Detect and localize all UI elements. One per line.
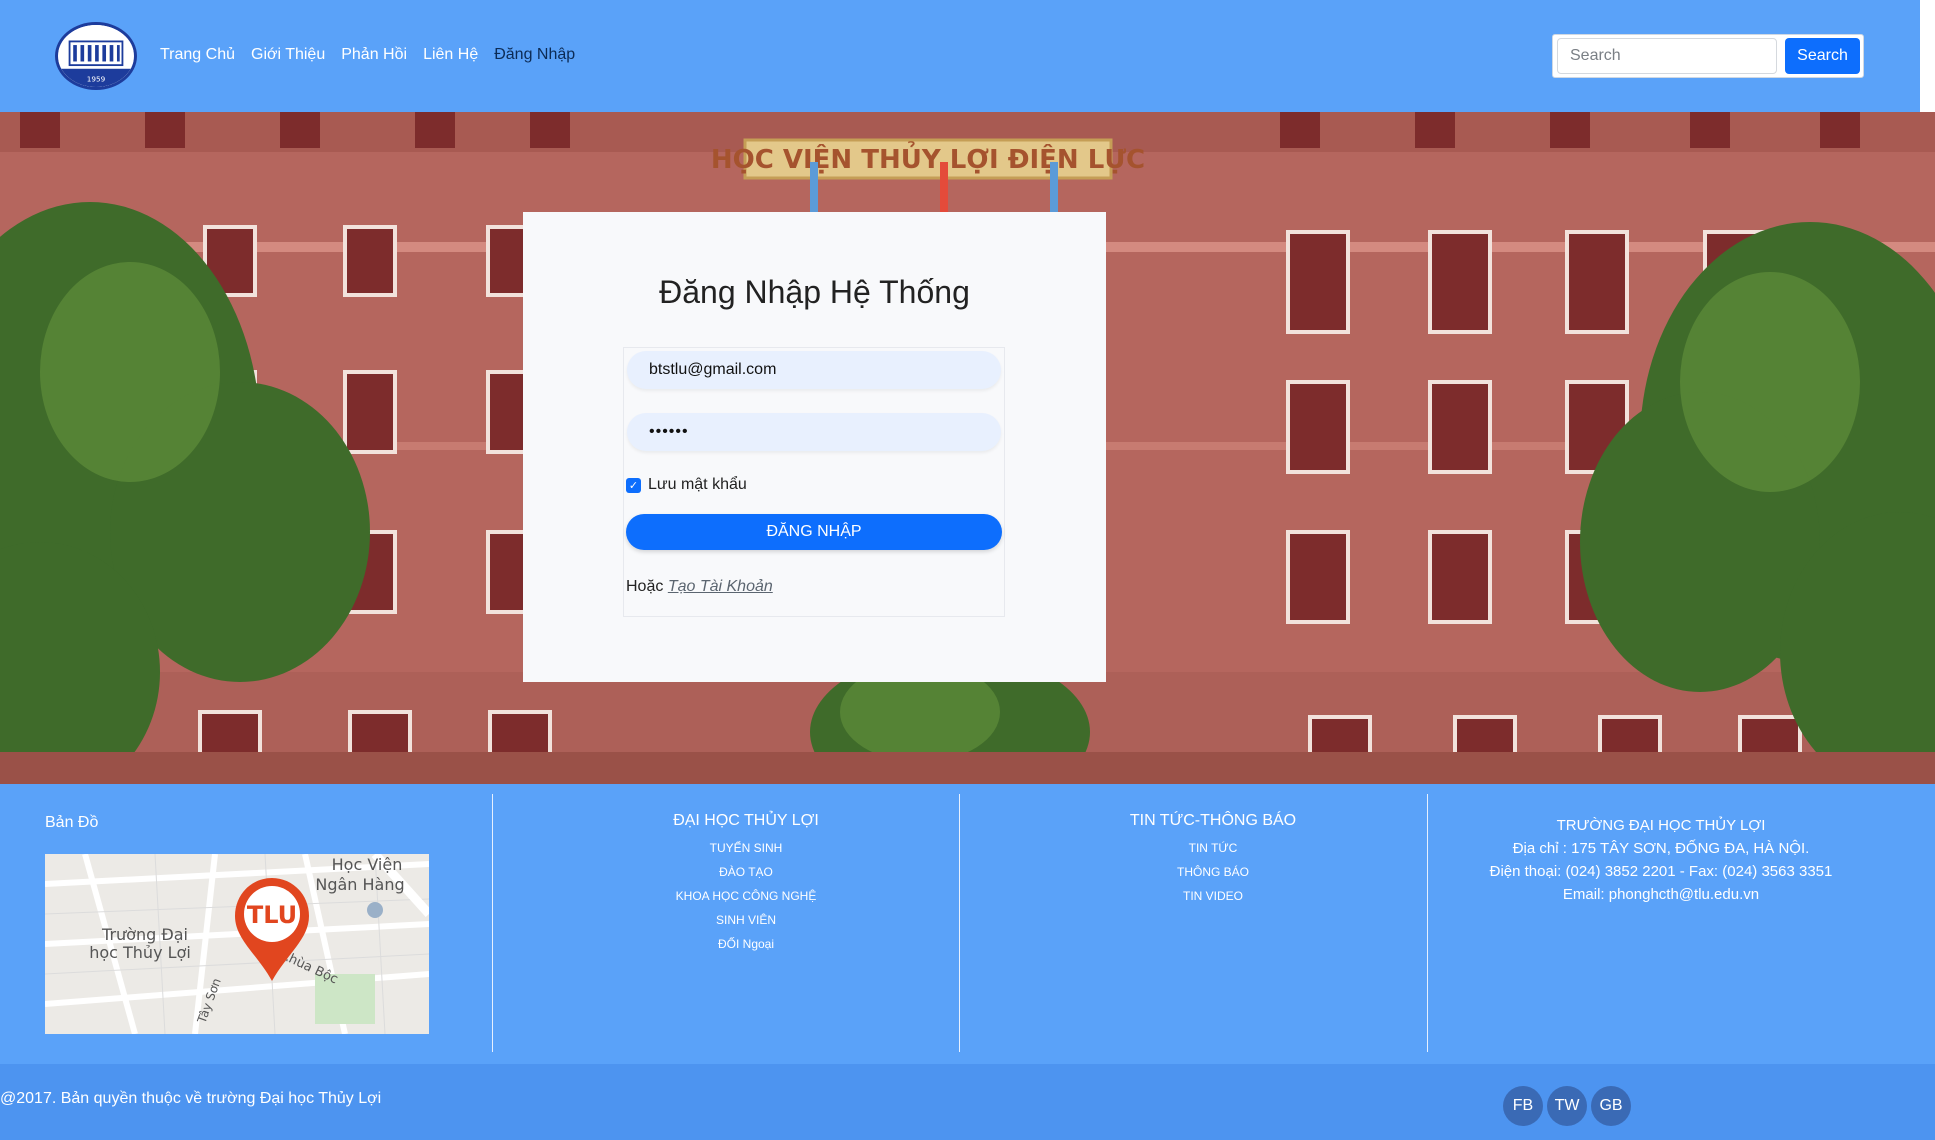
login-submit-button[interactable]: ĐĂNG NHẬP — [626, 514, 1002, 550]
register-prefix: Hoặc — [626, 578, 664, 595]
nav-feedback[interactable]: Phản Hồi — [341, 44, 407, 66]
email-field[interactable] — [627, 351, 1001, 389]
search-button[interactable]: Search — [1785, 38, 1860, 74]
nav-login[interactable]: Đăng Nhập — [494, 44, 575, 66]
footer-university-column: ĐẠI HỌC THỦY LỢI TUYỂN SINH ĐÀO TẠO KHOA… — [516, 812, 976, 956]
nav-home[interactable]: Trang Chủ — [160, 44, 235, 66]
remember-checkbox[interactable]: ✓ — [626, 477, 641, 493]
copyright-text: @2017. Bản quyền thuộc về trường Đại học… — [0, 1090, 382, 1107]
password-field[interactable] — [627, 413, 1001, 451]
map-title: Bản Đồ — [45, 814, 99, 831]
footer-link-science[interactable]: KHOA HỌC CÔNG NGHỆ — [516, 884, 976, 908]
login-title: Đăng Nhập Hệ Thống — [659, 274, 970, 310]
search-form: Search — [1552, 34, 1864, 78]
social-links: FB TW GB — [1503, 1086, 1631, 1126]
bottom-bar: @2017. Bản quyền thuộc về trường Đại học… — [0, 1064, 1935, 1140]
search-input[interactable] — [1557, 38, 1777, 74]
footer-link-video[interactable]: TIN VIDEO — [983, 884, 1443, 908]
map-label-bank: Học Viện — [332, 855, 403, 874]
footer-link-admission[interactable]: TUYỂN SINH — [516, 836, 976, 860]
building-sign: HỌC VIỆN THỦY LỢI ĐIỆN LỰC — [711, 139, 1145, 175]
create-account-link[interactable]: Tạo Tài Khoản — [668, 578, 773, 595]
map-label-school: Trường Đại — [101, 925, 188, 944]
remember-password[interactable]: ✓ Lưu mật khẩu — [626, 476, 747, 494]
map-image: Học Viện Ngân Hàng Trường Đại học Thủy L… — [45, 854, 429, 1034]
footer-university-title: ĐẠI HỌC THỦY LỢI — [673, 812, 819, 829]
top-navbar: 1959 Trang Chủ Giới Thiệu Phản Hồi Liên … — [0, 0, 1920, 112]
footer-link-training[interactable]: ĐÀO TẠO — [516, 860, 976, 884]
contact-address: Địa chỉ : 175 TÂY SƠN, ĐỐNG ĐA, HÀ NỘI. — [1512, 840, 1810, 857]
footer-link-announcements[interactable]: THÔNG BÁO — [983, 860, 1443, 884]
footer: Bản Đồ Học Viện Ngân Hàng Trường Đại học… — [0, 784, 1935, 1064]
map-label-school-2: học Thủy Lợi — [89, 943, 191, 962]
footer-news-column: TIN TỨC-THÔNG BÁO TIN TỨC THÔNG BÁO TIN … — [983, 812, 1443, 908]
page-edge — [1920, 0, 1935, 112]
contact-email: Email: phonghcth@tlu.edu.vn — [1562, 886, 1760, 903]
facebook-icon[interactable]: FB — [1503, 1086, 1543, 1126]
footer-link-students[interactable]: SINH VIÊN — [516, 908, 976, 932]
footer-divider — [492, 794, 493, 1052]
footer-link-news[interactable]: TIN TỨC — [983, 836, 1443, 860]
nav-about[interactable]: Giới Thiệu — [251, 44, 325, 66]
contact-phone: Điện thoại: (024) 3852 2201 - Fax: (024)… — [1489, 863, 1833, 880]
google-icon[interactable]: GB — [1591, 1086, 1631, 1126]
remember-label: Lưu mật khẩu — [648, 476, 747, 493]
main-nav: Trang Chủ Giới Thiệu Phản Hồi Liên Hệ Đă… — [160, 44, 575, 66]
university-logo[interactable]: 1959 — [55, 22, 137, 90]
contact-name: TRƯỜNG ĐẠI HỌC THỦY LỢI — [1556, 817, 1766, 834]
login-form: ✓ Lưu mật khẩu ĐĂNG NHẬP Hoặc Tạo Tài Kh… — [623, 347, 1005, 617]
footer-contact: TRƯỜNG ĐẠI HỌC THỦY LỢI Địa chỉ : 175 TÂ… — [1428, 814, 1894, 906]
map-label-bank-2: Ngân Hàng — [315, 875, 404, 894]
logo-emblem-icon: 1959 — [58, 25, 134, 87]
register-row: Hoặc Tạo Tài Khoản — [626, 578, 773, 596]
logo-year: 1959 — [87, 75, 106, 84]
login-card: Đăng Nhập Hệ Thống ✓ Lưu mật khẩu ĐĂNG N… — [523, 212, 1106, 682]
campus-map[interactable]: Học Viện Ngân Hàng Trường Đại học Thủy L… — [45, 854, 429, 1034]
nav-contact[interactable]: Liên Hệ — [423, 44, 478, 66]
footer-news-title: TIN TỨC-THÔNG BÁO — [1129, 812, 1297, 829]
map-pin-label: TLU — [247, 901, 297, 929]
twitter-icon[interactable]: TW — [1547, 1086, 1587, 1126]
footer-link-external[interactable]: ĐỐI Ngoại — [516, 932, 976, 956]
